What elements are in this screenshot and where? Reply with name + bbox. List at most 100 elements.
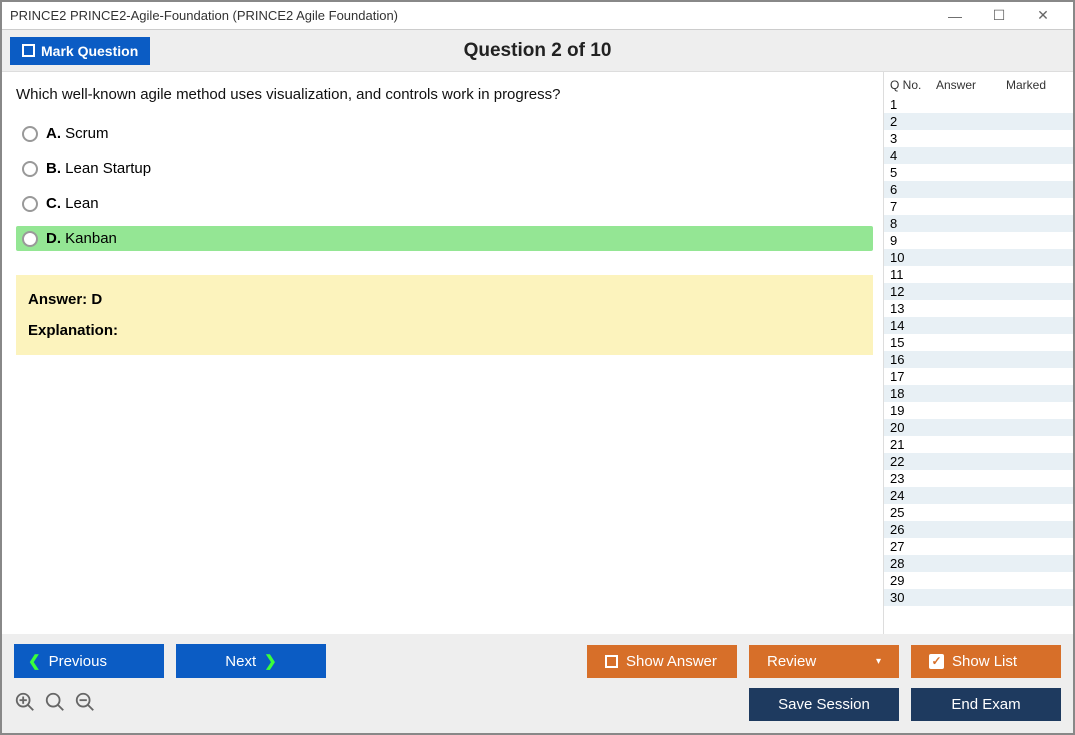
save-label: Save Session [778,696,870,713]
footer: ❮ Previous Next ❯ Show Answer Review ▾ ✓… [2,634,1073,733]
row-qno: 21 [890,437,936,452]
row-qno: 28 [890,556,936,571]
radio-icon [22,126,38,142]
show-list-button[interactable]: ✓ Show List [911,645,1061,678]
question-list-row[interactable]: 18 [884,385,1073,402]
question-list[interactable]: 1234567891011121314151617181920212223242… [884,96,1073,634]
row-qno: 8 [890,216,936,231]
mark-question-button[interactable]: Mark Question [10,37,150,65]
question-list-row[interactable]: 27 [884,538,1073,555]
row-qno: 9 [890,233,936,248]
question-list-row[interactable]: 30 [884,589,1073,606]
question-list-row[interactable]: 6 [884,181,1073,198]
row-qno: 12 [890,284,936,299]
checkbox-icon [22,44,35,57]
col-answer: Answer [936,78,1006,92]
chevron-right-icon: ❯ [264,652,277,670]
zoom-controls [14,691,96,719]
question-list-row[interactable]: 12 [884,283,1073,300]
row-qno: 1 [890,97,936,112]
chevron-down-icon: ▾ [876,656,881,667]
end-exam-button[interactable]: End Exam [911,688,1061,721]
radio-icon [22,231,38,247]
show-answer-label: Show Answer [626,653,717,670]
row-qno: 2 [890,114,936,129]
question-list-row[interactable]: 11 [884,266,1073,283]
minimize-button[interactable]: — [933,2,977,30]
radio-icon [22,161,38,177]
footer-row-2: Save Session End Exam [14,688,1061,721]
zoom-reset-icon[interactable] [44,691,66,719]
question-list-row[interactable]: 24 [884,487,1073,504]
review-dropdown[interactable]: Review ▾ [749,645,899,678]
zoom-out-icon[interactable] [74,691,96,719]
previous-label: Previous [49,653,107,670]
question-list-row[interactable]: 14 [884,317,1073,334]
row-qno: 26 [890,522,936,537]
mark-question-label: Mark Question [41,43,138,59]
question-list-row[interactable]: 26 [884,521,1073,538]
question-list-row[interactable]: 23 [884,470,1073,487]
row-qno: 16 [890,352,936,367]
question-list-row[interactable]: 7 [884,198,1073,215]
close-button[interactable]: ✕ [1021,2,1065,30]
header-bar: Mark Question Question 2 of 10 [2,30,1073,72]
option-label: A. Scrum [46,125,109,142]
row-qno: 7 [890,199,936,214]
row-qno: 10 [890,250,936,265]
question-list-row[interactable]: 13 [884,300,1073,317]
explanation-label: Explanation: [28,322,861,339]
question-list-row[interactable]: 29 [884,572,1073,589]
row-qno: 20 [890,420,936,435]
question-list-row[interactable]: 16 [884,351,1073,368]
zoom-in-icon[interactable] [14,691,36,719]
maximize-button[interactable]: ☐ [977,2,1021,30]
question-list-row[interactable]: 20 [884,419,1073,436]
row-qno: 14 [890,318,936,333]
row-qno: 24 [890,488,936,503]
option-a[interactable]: A. Scrum [16,121,873,146]
option-d[interactable]: D. Kanban [16,226,873,251]
question-list-row[interactable]: 5 [884,164,1073,181]
question-text: Which well-known agile method uses visua… [16,86,873,103]
col-marked: Marked [1006,78,1067,92]
question-list-row[interactable]: 28 [884,555,1073,572]
app-window: PRINCE2 PRINCE2-Agile-Foundation (PRINCE… [0,0,1075,735]
question-list-row[interactable]: 2 [884,113,1073,130]
question-list-row[interactable]: 8 [884,215,1073,232]
footer-row-1: ❮ Previous Next ❯ Show Answer Review ▾ ✓… [14,644,1061,678]
radio-icon [22,196,38,212]
window-title: PRINCE2 PRINCE2-Agile-Foundation (PRINCE… [10,8,933,23]
row-qno: 5 [890,165,936,180]
question-list-row[interactable]: 21 [884,436,1073,453]
question-list-row[interactable]: 4 [884,147,1073,164]
row-qno: 17 [890,369,936,384]
option-b[interactable]: B. Lean Startup [16,156,873,181]
show-answer-button[interactable]: Show Answer [587,645,737,678]
question-list-row[interactable]: 3 [884,130,1073,147]
row-qno: 27 [890,539,936,554]
next-button[interactable]: Next ❯ [176,644,326,678]
question-list-row[interactable]: 25 [884,504,1073,521]
question-list-row[interactable]: 9 [884,232,1073,249]
question-list-header: Q No. Answer Marked [884,72,1073,96]
row-qno: 30 [890,590,936,605]
row-qno: 18 [890,386,936,401]
question-list-row[interactable]: 15 [884,334,1073,351]
col-qno: Q No. [890,78,936,92]
previous-button[interactable]: ❮ Previous [14,644,164,678]
question-list-row[interactable]: 10 [884,249,1073,266]
question-list-row[interactable]: 1 [884,96,1073,113]
question-list-row[interactable]: 17 [884,368,1073,385]
review-label: Review [767,653,816,670]
option-c[interactable]: C. Lean [16,191,873,216]
question-list-row[interactable]: 22 [884,453,1073,470]
row-qno: 15 [890,335,936,350]
row-qno: 22 [890,454,936,469]
next-label: Next [225,653,256,670]
row-qno: 6 [890,182,936,197]
question-list-row[interactable]: 19 [884,402,1073,419]
options-list: A. Scrum B. Lean Startup C. Lean D. Kanban [16,121,873,251]
row-qno: 3 [890,131,936,146]
save-session-button[interactable]: Save Session [749,688,899,721]
